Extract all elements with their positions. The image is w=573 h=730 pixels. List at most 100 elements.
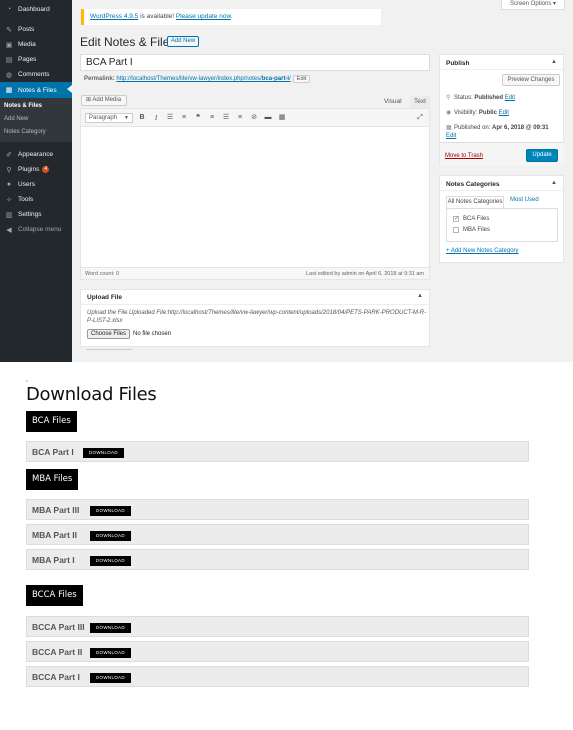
tab-all-notes-categories[interactable]: All Notes Categories (446, 196, 504, 208)
permalink-link[interactable]: http://localhost/Themes/lite/vw-lawyer/i… (116, 76, 290, 82)
post-title-input[interactable]: BCA Part I (80, 54, 430, 71)
upload-file-title: Upload File (87, 294, 123, 301)
sidebar-collapse-menu[interactable]: ◀ Collapse menu (0, 222, 72, 237)
sidebar-item-pages[interactable]: ▤ Pages (0, 52, 72, 67)
align-center-icon[interactable]: ☰ (221, 113, 231, 123)
submenu-notes-files[interactable]: Notes & Files (4, 103, 42, 109)
section-heading-bcca: BCCA Files (26, 585, 83, 606)
tab-text[interactable]: Text (410, 96, 430, 108)
pin-icon: ✎ (6, 26, 12, 34)
file-name: BCA Part I (32, 447, 74, 457)
permalink-edit-button[interactable]: Edit (292, 75, 311, 83)
divider (440, 190, 563, 191)
download-button[interactable]: DOWNLOAD (90, 648, 131, 658)
category-item[interactable]: ✓ BCA Files (453, 216, 489, 222)
download-button[interactable]: DOWNLOAD (90, 506, 131, 516)
caret-up-icon[interactable]: ▲ (551, 180, 557, 186)
document-icon: ▦ (5, 87, 13, 94)
file-name: MBA Part I (32, 555, 75, 565)
sidebar-item-posts[interactable]: ✎ Posts (0, 22, 72, 37)
sidebar-item-dashboard[interactable]: ◔ Dashboard (0, 2, 72, 17)
tab-visual[interactable]: Visual (384, 98, 402, 105)
status-edit-link[interactable]: Edit (505, 95, 515, 101)
published-on-edit-link[interactable]: Edit (446, 133, 456, 139)
add-media-button[interactable]: ⊞ Add Media (81, 95, 127, 106)
chevron-down-icon: ▼ (124, 115, 129, 121)
file-row: BCCA Part III DOWNLOAD (26, 616, 529, 637)
settings-icon: ▥ (5, 211, 13, 219)
upload-description: Upload the File.Uploaded File:http://loc… (87, 310, 427, 324)
move-to-trash-link[interactable]: Move to Trash (445, 153, 483, 159)
category-item[interactable]: MBA Files (453, 227, 490, 233)
update-button[interactable]: Update (526, 149, 558, 162)
numbered-list-icon[interactable]: ≡ (179, 113, 189, 123)
bold-icon[interactable]: B (137, 113, 147, 123)
publish-actions: Move to Trash Update (440, 142, 564, 166)
bullet-list-icon[interactable]: ☰ (165, 113, 175, 123)
checkbox-checked[interactable]: ✓ (453, 216, 459, 222)
caret-up-icon[interactable]: ▲ (551, 59, 557, 65)
editor-status-bar: Word count: 0 Last edited by admin on Ap… (81, 267, 429, 279)
media-icon: ▣ (5, 41, 13, 49)
file-row: MBA Part I DOWNLOAD (26, 549, 529, 570)
checkbox[interactable] (453, 227, 459, 233)
sidebar-item-appearance[interactable]: ✐ Appearance (0, 147, 72, 162)
sidebar-item-plugins[interactable]: ⚲ Plugins 4 (0, 162, 72, 177)
comment-icon: ◍ (5, 71, 13, 79)
download-button[interactable]: DOWNLOAD (90, 623, 131, 633)
download-button[interactable]: DOWNLOAD (83, 448, 124, 458)
brush-icon: ✐ (6, 151, 12, 159)
submenu-add-new[interactable]: Add New (4, 116, 28, 122)
published-on-row: ▦ Published on: Apr 6, 2018 @ 09:31 Edit (446, 125, 549, 139)
visibility-row: ◉ Visibility: Public Edit (446, 110, 509, 116)
visibility-edit-link[interactable]: Edit (499, 110, 509, 116)
section-heading-mba: MBA Files (26, 469, 79, 490)
tab-most-used[interactable]: Most Used (510, 197, 539, 203)
wp-admin-screen: ◔ Dashboard ✎ Posts ▣ Media ▤ Pages ◍ Comment… (0, 0, 573, 362)
link-icon[interactable]: ⊘ (249, 113, 259, 123)
calendar-icon: ▦ (446, 125, 452, 131)
update-now-link[interactable]: Please update now (176, 13, 231, 20)
content-editor[interactable]: Paragraph ▼ B I ☰ ≡ ❝ ≡ ☰ ≡ ⊘ ▬ ▦ ⤢ Word … (80, 108, 430, 280)
status-row: ⚲ Status: Published Edit (446, 95, 516, 101)
wordpress-version-link[interactable]: WordPress 4.9.5 (90, 13, 138, 20)
sidebar-item-settings[interactable]: ▥ Settings (0, 207, 72, 222)
last-edited: Last edited by admin on April 6, 2018 at… (305, 271, 424, 277)
caret-up-icon[interactable]: ▲ (417, 293, 423, 299)
chevron-down-icon: ▾ (553, 1, 557, 7)
add-new-category-link[interactable]: + Add New Notes Category (446, 248, 519, 254)
blockquote-icon[interactable]: ❝ (193, 113, 203, 123)
sidebar-item-tools[interactable]: ✧ Tools (0, 192, 72, 207)
download-button[interactable]: DOWNLOAD (90, 531, 131, 541)
toolbar-toggle-icon[interactable]: ▦ (277, 113, 287, 123)
italic-icon[interactable]: I (151, 113, 161, 123)
sidebar-submenu: Notes & Files Add New Notes Category (0, 98, 72, 142)
user-icon: ● (6, 181, 12, 188)
admin-sidebar: ◔ Dashboard ✎ Posts ▣ Media ▤ Pages ◍ Comment… (0, 0, 72, 362)
publish-box: Publish ▲ Preview Changes ⚲ Status: Publi… (439, 54, 564, 166)
submenu-notes-category[interactable]: Notes Category (4, 129, 46, 135)
align-right-icon[interactable]: ≡ (235, 113, 245, 123)
choose-files-button[interactable]: Choose Files (87, 329, 130, 339)
upload-file-box: Upload File ▲ Upload the File.Uploaded F… (80, 289, 430, 347)
download-button[interactable]: DOWNLOAD (90, 556, 131, 566)
sidebar-item-notes-files[interactable]: ▦ Notes & Files (0, 82, 72, 98)
divider (440, 69, 563, 70)
file-name: BCCA Part III (32, 622, 85, 632)
dashboard-icon: ◔ (6, 6, 12, 13)
format-select[interactable]: Paragraph ▼ (85, 113, 133, 123)
preview-changes-button[interactable]: Preview Changes (502, 74, 560, 86)
download-button[interactable]: DOWNLOAD (90, 673, 131, 683)
sidebar-item-media[interactable]: ▣ Media (0, 37, 72, 52)
page-icon: ▤ (5, 56, 13, 64)
align-left-icon[interactable]: ≡ (207, 113, 217, 123)
add-new-button[interactable]: Add New (167, 36, 199, 47)
sidebar-item-users[interactable]: ● Users (0, 177, 72, 192)
fullscreen-icon[interactable]: ⤢ (415, 113, 425, 123)
section-heading-bca: BCA Files (26, 411, 77, 432)
file-row: MBA Part III DOWNLOAD (26, 499, 529, 520)
divider (86, 349, 132, 350)
sidebar-item-comments[interactable]: ◍ Comments (0, 67, 72, 82)
read-more-icon[interactable]: ▬ (263, 113, 273, 123)
screen-options-button[interactable]: Screen Options ▾ (501, 0, 565, 10)
